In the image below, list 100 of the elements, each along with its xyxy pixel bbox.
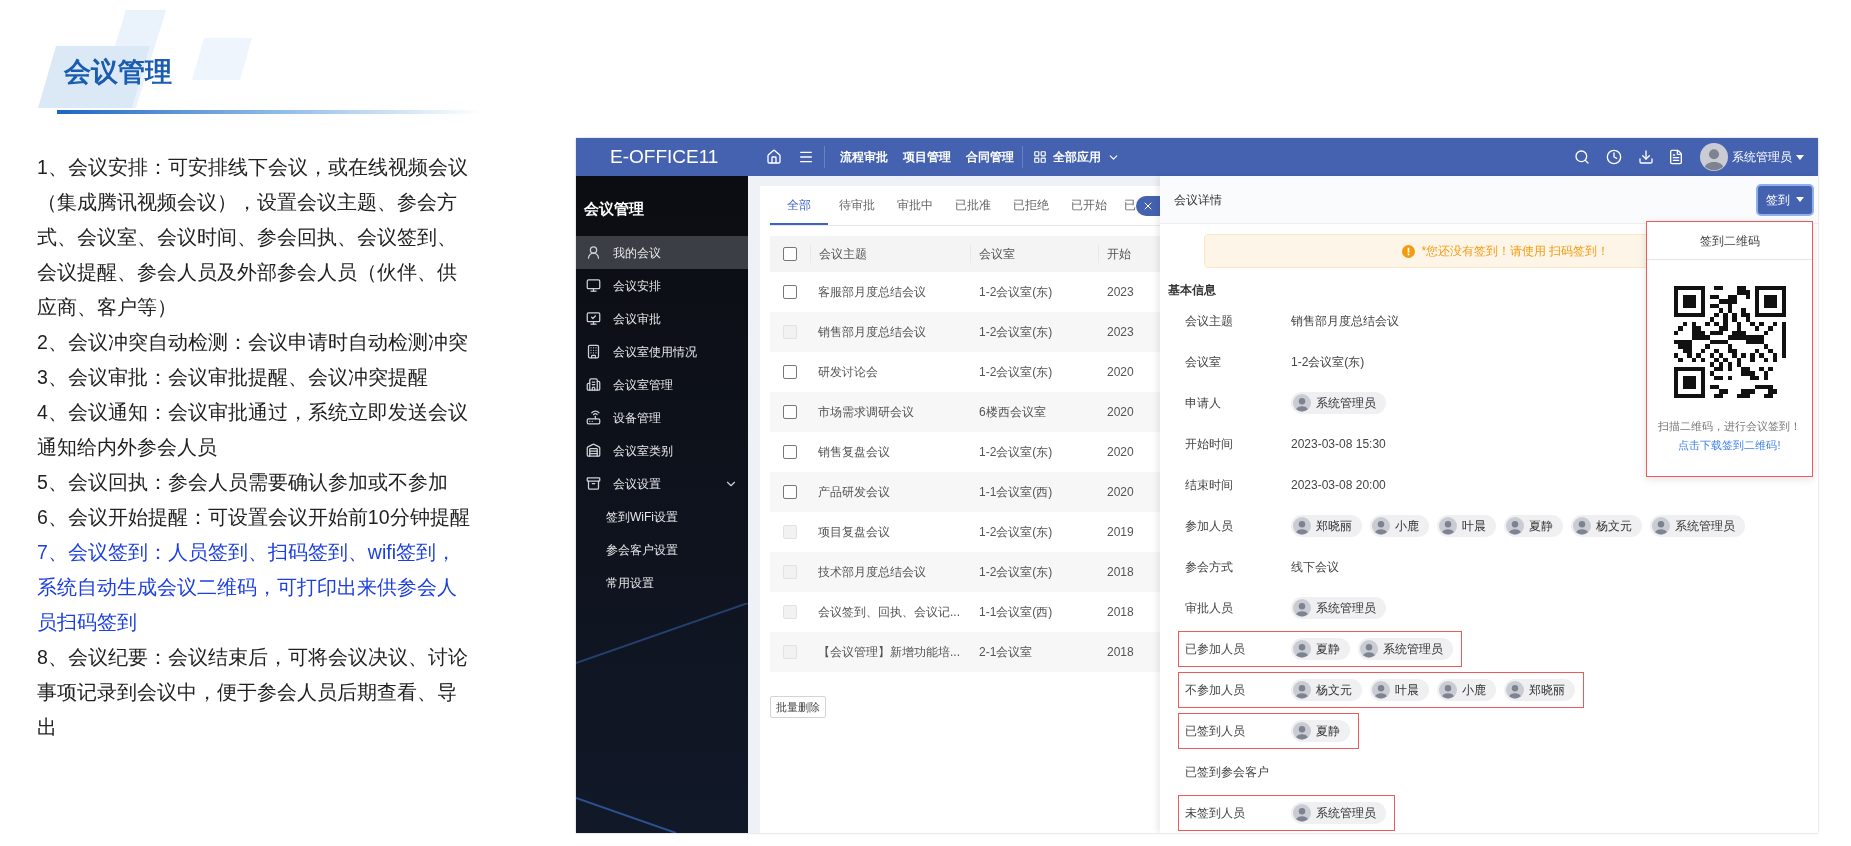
caret-icon <box>1796 197 1804 202</box>
nav-link[interactable]: 项目管理 <box>903 148 951 166</box>
avatar-icon <box>1372 516 1390 535</box>
sidebar-item[interactable]: 会议设置 <box>576 467 748 500</box>
filter-tab[interactable]: 已拒绝 <box>1002 186 1060 225</box>
sidebar-item[interactable]: 签到WiFi设置 <box>576 500 748 533</box>
nav-link[interactable]: 流程审批 <box>840 148 888 166</box>
table-cell-text: 销售复盘会议 <box>817 444 891 461</box>
table-cell-text: 2020 <box>1106 444 1134 461</box>
menu-icon[interactable] <box>798 149 814 165</box>
table-cell-text: 6楼西会议室 <box>978 404 1047 421</box>
table-cell-text: 1-1会议室(西) <box>978 484 1054 501</box>
sidebar-item[interactable]: 会议审批 <box>576 302 748 335</box>
clock-icon[interactable] <box>1606 149 1622 165</box>
person-name: 系统管理员 <box>1316 599 1376 617</box>
sidebar-item[interactable]: 设备管理 <box>576 401 748 434</box>
table-cell-text: 项目复盘会议 <box>817 524 891 541</box>
table-cell-text: 1-2会议室(东) <box>978 324 1054 341</box>
avatar-icon <box>1293 803 1311 822</box>
warehouse-icon <box>586 443 601 458</box>
avatar-icon <box>1293 598 1311 617</box>
sidebar-item[interactable]: 常用设置 <box>576 566 748 599</box>
person-name: 系统管理员 <box>1675 517 1735 535</box>
archive-icon <box>586 476 601 491</box>
field-label: 未签到人员 <box>1185 804 1246 822</box>
feature-point: 4、会议通知：会议审批通过，系统立即发送会议通知给内外参会人员 <box>37 400 469 460</box>
checkbox[interactable] <box>783 247 797 261</box>
person-name: 郑晓丽 <box>1529 681 1565 699</box>
person-name: 杨文元 <box>1316 681 1352 699</box>
table-cell-text: 1-1会议室(西) <box>978 604 1054 621</box>
person-name: 杨文元 <box>1596 517 1632 535</box>
checkbox[interactable] <box>783 365 797 379</box>
feature-point: 1、会议安排：可安排线下会议，或在线视频会议（集成腾讯视频会议），设置会议主题、参会方式、会议室、会议时间、参会回执、会议签到、会议提醒、参会人员及外部参会人员（伙伴、供应商、客户等） <box>37 155 469 320</box>
sidebar-item[interactable]: 会议安排 <box>576 269 748 302</box>
filter-tab[interactable]: 已批准 <box>944 186 1002 225</box>
avatar-icon <box>1506 680 1524 699</box>
person-name: 系统管理员 <box>1316 804 1376 822</box>
sidebar-item[interactable]: 参会客户设置 <box>576 533 748 566</box>
document-icon[interactable] <box>1668 149 1684 165</box>
person-name: 叶晨 <box>1395 681 1419 699</box>
sidebar-item[interactable]: 会议室类别 <box>576 434 748 467</box>
sign-in-button[interactable]: 签到 <box>1758 185 1812 214</box>
checkbox[interactable] <box>783 285 797 299</box>
building-icon <box>586 344 601 359</box>
table-cell-text: 2023 <box>1106 284 1134 301</box>
download-icon[interactable] <box>1638 149 1654 165</box>
user-menu[interactable]: 系统管理员 <box>1732 148 1804 166</box>
field-label: 开始时间 <box>1185 435 1234 453</box>
apps-menu[interactable]: 全部应用 <box>1033 148 1120 166</box>
filter-tab[interactable]: 已 <box>1118 186 1136 225</box>
table-cell-text: 【会议管理】新增功能培... <box>817 644 961 661</box>
filter-tab[interactable]: 已开始 <box>1060 186 1118 225</box>
filter-tab[interactable]: 待审批 <box>828 186 886 225</box>
filter-tab[interactable]: 全部 <box>770 186 828 225</box>
avatar-icon <box>1293 680 1311 699</box>
slide-title: 会议管理 <box>64 56 172 89</box>
person-icon <box>586 245 601 260</box>
search-icon[interactable] <box>1574 149 1590 165</box>
bulk-delete-button[interactable]: 批量删除 <box>770 696 826 719</box>
sidebar-item[interactable]: 我的会议 <box>576 236 748 269</box>
person-name: 小鹿 <box>1462 681 1486 699</box>
checkbox[interactable] <box>783 485 797 499</box>
table-cell-text: 2020 <box>1106 404 1134 421</box>
feature-point: 3、会议审批：会议审批提醒、会议冲突提醒 <box>37 365 429 390</box>
checkbox[interactable] <box>783 405 797 419</box>
warning-icon <box>1402 244 1416 258</box>
close-icon <box>1142 200 1154 212</box>
table-cell-text: 1-2会议室(东) <box>978 284 1054 301</box>
close-button[interactable] <box>1136 196 1160 216</box>
column-header: 会议主题 <box>810 245 970 263</box>
field-label: 参加人员 <box>1185 517 1234 535</box>
person-name: 叶晨 <box>1462 517 1486 535</box>
feature-point: 5、会议回执：参会人员需要确认参加或不参加 <box>37 470 449 495</box>
filter-tab[interactable]: 审批中 <box>886 186 944 225</box>
avatar-icon <box>1700 143 1728 171</box>
sidebar-item[interactable]: 会议室使用情况 <box>576 335 748 368</box>
app-logo: E-OFFICE11 <box>610 145 719 167</box>
download-link[interactable]: 点击下载签到二维码! <box>1678 436 1781 453</box>
sidebar-title: 会议管理 <box>583 198 645 219</box>
field-value: 2023-03-08 15:30 <box>1291 435 1386 453</box>
panel-title: 会议详情 <box>1174 191 1222 209</box>
person-name: 夏静 <box>1316 722 1340 740</box>
person-name: 系统管理员 <box>1383 640 1443 658</box>
field-label: 已参加人员 <box>1185 640 1246 658</box>
nav-link[interactable]: 合同管理 <box>966 148 1014 166</box>
feature-point: 2、会议冲突自动检测：会议申请时自动检测冲突 <box>37 330 469 355</box>
home-icon[interactable] <box>766 149 782 165</box>
avatar-icon <box>1506 516 1524 535</box>
checkbox[interactable] <box>783 445 797 459</box>
table-cell-text: 2018 <box>1106 604 1134 621</box>
sidebar-item[interactable]: 会议室管理 <box>576 368 748 401</box>
field-value: 销售部月度总结会议 <box>1291 312 1399 330</box>
avatar-icon <box>1573 516 1591 535</box>
table-cell-text: 研发讨论会 <box>817 364 879 381</box>
column-header: 会议室 <box>970 245 1098 263</box>
person-name: 小鹿 <box>1395 517 1419 535</box>
notice-text: *您还没有签到！请使用 扫码签到！ <box>1421 243 1610 260</box>
monitor-check-icon <box>586 311 601 326</box>
table-cell-text: 技术部月度总结会议 <box>817 564 927 581</box>
feature-point: 7、会议签到：人员签到、扫码签到、wifi签到，系统自动生成会议二维码，可打印出来供参会人员扫码签到 <box>37 540 458 635</box>
